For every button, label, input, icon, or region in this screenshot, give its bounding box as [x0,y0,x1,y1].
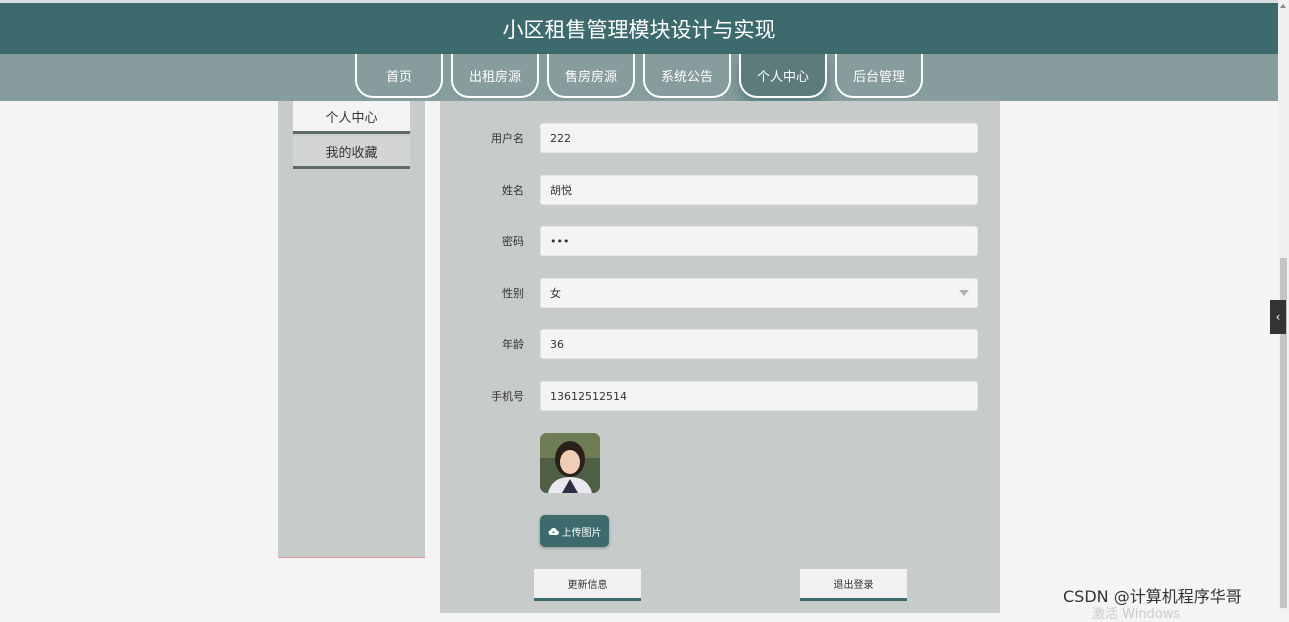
name-input[interactable]: 胡悦 [540,175,978,205]
gender-value: 女 [550,287,561,300]
phone-input[interactable]: 13612512514 [540,381,978,411]
age-row: 年龄 36 [440,329,1000,359]
avatar-image [540,433,600,493]
nav-item-announcements[interactable]: 系统公告 [643,54,731,98]
age-input[interactable]: 36 [540,329,978,359]
gender-row: 性别 女 [440,278,1000,308]
name-label: 姓名 [502,184,524,197]
sidebar-item-personal-center[interactable]: 个人中心 [293,101,410,134]
username-input[interactable]: 222 [540,123,978,153]
nav-item-sale-listings[interactable]: 售房房源 [547,54,635,98]
gender-select[interactable]: 女 [540,278,978,308]
password-label: 密码 [502,235,524,248]
username-label: 用户名 [491,132,524,145]
phone-label: 手机号 [491,390,524,403]
profile-form: 用户名 222 姓名 胡悦 密码 ••• 性别 女 年龄 36 手机号 1361… [440,101,1000,613]
site-header: 小区租售管理模块设计与实现 [0,0,1278,54]
nav-item-admin[interactable]: 后台管理 [835,54,923,98]
main-nav: 首页 出租房源 售房房源 系统公告 个人中心 后台管理 [0,54,1278,101]
sidebar-item-favorites[interactable]: 我的收藏 [293,136,410,169]
password-input[interactable]: ••• [540,226,978,256]
password-row: 密码 ••• [440,226,1000,256]
upload-image-label: 上传图片 [561,527,602,539]
phone-row: 手机号 13612512514 [440,381,1000,411]
chevron-down-icon [959,290,969,296]
age-label: 年龄 [502,338,524,351]
update-info-button[interactable]: 更新信息 [534,569,641,601]
sidebar: 个人中心 我的收藏 [278,101,425,558]
nav-item-home[interactable]: 首页 [355,54,443,98]
side-panel-toggle[interactable]: ‹ [1270,300,1286,334]
chevron-left-icon: ‹ [1275,310,1281,324]
nav-item-rental-listings[interactable]: 出租房源 [451,54,539,98]
avatar [540,433,600,493]
cloud-upload-icon [548,527,559,535]
page-title: 小区租售管理模块设计与实现 [502,17,776,42]
upload-image-button[interactable]: 上传图片 [540,515,609,547]
logout-button[interactable]: 退出登录 [800,569,907,601]
scroll-up-arrow-icon[interactable] [1280,4,1286,8]
name-row: 姓名 胡悦 [440,175,1000,205]
nav-item-personal-center[interactable]: 个人中心 [739,54,827,98]
gender-label: 性别 [502,287,524,300]
username-row: 用户名 222 [440,123,1000,153]
